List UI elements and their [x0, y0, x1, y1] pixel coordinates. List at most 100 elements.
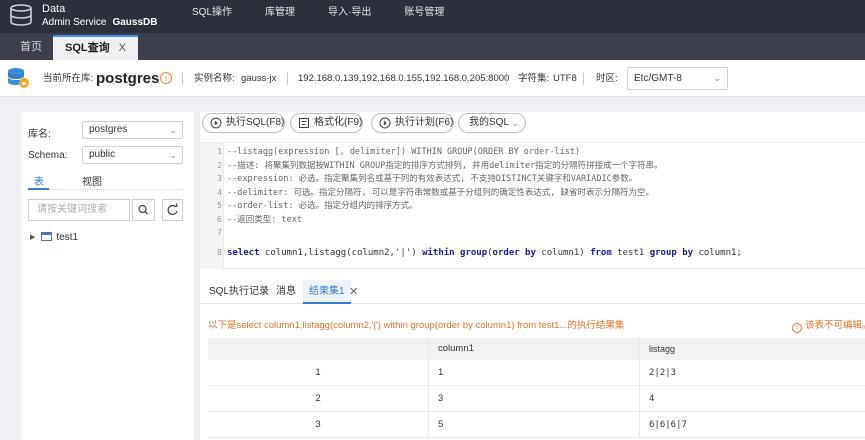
result-tabs: SQL执行记录 消息 结果集1 ✕ — [200, 280, 865, 304]
grid-header-row: column1 listagg — [208, 338, 865, 360]
execute-sql-label: 执行SQL(F8) — [226, 117, 285, 128]
format-button[interactable]: 格式化(F9) — [290, 113, 364, 133]
instance-label: 实例名称: — [194, 73, 235, 84]
logo-line2: Admin Service — [42, 17, 107, 28]
cell-column1: 3 — [438, 393, 444, 404]
info-warning-icon[interactable]: i — [160, 72, 172, 84]
code-line: 5 --order-list: 必选。指定分组内的排序方式。 — [200, 200, 865, 212]
logo-brand: GaussDB — [112, 17, 158, 28]
info-icon: i — [792, 323, 802, 333]
plan-icon — [379, 117, 391, 129]
timezone-label: 时区: — [596, 73, 618, 84]
sql-editor[interactable]: 1 --listagg(expression [, delimiter]) WIT… — [200, 142, 865, 269]
refresh-button[interactable] — [162, 199, 183, 221]
grid-header-column1[interactable]: column1 — [438, 338, 474, 360]
page-tab-bar: 首页 SQL查询 X — [0, 33, 865, 60]
row-index: 2 — [315, 393, 321, 404]
charset-label: 字符集: — [518, 73, 550, 84]
tab-close-icon[interactable]: X — [119, 37, 126, 59]
nav-import-export[interactable]: 导入·导出 — [328, 0, 371, 33]
chevron-down-icon: ⌄ — [511, 118, 520, 128]
tab-views[interactable]: 视图 — [82, 173, 102, 188]
timezone-value: Etc/GMT-8 — [634, 73, 682, 84]
code-comment: --order-list: 必选。指定分组内的排序方式。 — [227, 201, 418, 211]
expand-arrow-icon[interactable]: ▶ — [30, 233, 35, 241]
refresh-icon — [167, 203, 178, 215]
divider — [287, 72, 288, 85]
table-row[interactable]: 2 3 4 — [208, 386, 865, 412]
logo-text: Data Admin Service GaussDB — [42, 3, 157, 29]
chevron-down-icon: ⌄ — [169, 125, 177, 135]
schema-select-value: public — [89, 149, 116, 160]
table-row[interactable]: 3 5 6|6|6|7 — [208, 412, 865, 438]
tab-tables[interactable]: 表 — [34, 173, 44, 188]
tab-resultset-1[interactable]: 结果集1 — [303, 280, 351, 304]
line-number: 1 — [217, 147, 222, 156]
db-select-value: postgres — [89, 124, 128, 135]
cell-listagg: 6|6|6|7 — [649, 420, 687, 430]
divider — [182, 72, 183, 85]
line-number: 8 — [217, 248, 222, 257]
cell-column1: 1 — [438, 367, 444, 378]
table-search-input[interactable]: 请按关键词搜索 — [28, 199, 130, 221]
tab-sql-history[interactable]: SQL执行记录 — [209, 280, 269, 304]
line-number: 5 — [217, 201, 222, 210]
object-browser-panel: 库名: postgres ⌄ Schema: public ⌄ 表 视图 请按关… — [21, 112, 194, 440]
nav-account-manage[interactable]: 账号管理 — [404, 0, 444, 33]
row-index: 1 — [315, 367, 321, 378]
tab-messages[interactable]: 消息 — [276, 280, 296, 304]
schema-select-label: Schema: — [28, 150, 68, 161]
search-icon — [138, 204, 148, 215]
sql-statement: select column1,listagg(column2,'|') with… — [227, 248, 742, 258]
nav-sql-ops[interactable]: SQL操作 — [192, 0, 232, 33]
db-select-label: 库名: — [28, 129, 51, 140]
code-line: 2 --描述: 将聚集列数据按WITHIN GROUP指定的排序方式排列, 并用d… — [200, 160, 865, 172]
search-button[interactable] — [132, 199, 155, 221]
line-number: 4 — [217, 187, 222, 197]
explain-plan-button[interactable]: 执行计划(F6) — [371, 113, 455, 133]
play-icon — [210, 117, 222, 129]
database-icon — [8, 68, 29, 88]
code-comment: --描述: 将聚集列数据按WITHIN GROUP指定的排序方式排列, 并用de… — [227, 160, 663, 171]
current-db-label: 当前所在库: — [43, 73, 94, 84]
column-divider — [639, 338, 640, 438]
my-sql-label: 我的SQL — [469, 117, 510, 128]
code-comment: --listagg(expression [, delimiter]) WITH… — [227, 147, 581, 157]
top-navbar: Data Admin Service GaussDB SQL操作 库管理 导入·导… — [0, 0, 865, 33]
db-select[interactable]: postgres ⌄ — [82, 121, 183, 139]
code-line: 6 --返回类型: text — [200, 214, 865, 226]
instance-ips: 192.168.0.139,192.168.0.155,192.168.0.20… — [298, 73, 510, 84]
grid-header-listagg[interactable]: listagg — [649, 338, 675, 360]
database-logo-icon — [10, 4, 32, 26]
column-divider — [428, 338, 429, 438]
execute-sql-button[interactable]: 执行SQL(F8) — [202, 113, 286, 133]
line-number: 2 — [217, 160, 222, 170]
line-number: 3 — [217, 174, 222, 183]
main-nav: SQL操作 库管理 导入·导出 账号管理 — [192, 0, 477, 33]
instance-name: gauss-jx — [241, 73, 277, 84]
nav-db-manage[interactable]: 库管理 — [265, 0, 295, 33]
format-label: 格式化(F9) — [314, 117, 363, 128]
tree-item-test1[interactable]: ▶ test1 — [30, 232, 78, 243]
result-description: 以下是select column1,listagg(column2,'|') w… — [208, 320, 625, 331]
my-sql-dropdown[interactable]: 我的SQL ⌄ — [458, 113, 527, 133]
table-row[interactable]: 1 1 2|2|3 — [208, 360, 865, 386]
connection-info-bar: 当前所在库: postgres i 实例名称: gauss-jx 192.168… — [0, 60, 865, 97]
tab-sql-query[interactable]: SQL查询 X — [53, 35, 138, 60]
cell-listagg: 4 — [649, 394, 655, 404]
tree-item-label: test1 — [56, 232, 79, 243]
code-comment: --expression: 必选。指定聚集列名或基于列的有效表达式, 不支持DI… — [227, 174, 638, 184]
readonly-warning-text: 该表不可编辑。 — [805, 320, 865, 331]
editor-toolbar: 执行SQL(F8) 格式化(F9) 执行计划(F6) 我的SQL ⌄ — [200, 112, 865, 142]
tab-home[interactable]: 首页 — [8, 35, 54, 60]
schema-select[interactable]: public ⌄ — [82, 146, 183, 164]
row-index: 3 — [315, 419, 321, 430]
close-icon[interactable]: ✕ — [349, 280, 358, 304]
format-icon — [299, 118, 309, 128]
chevron-down-icon: ⌄ — [169, 150, 177, 160]
table-icon — [41, 232, 53, 241]
divider — [583, 72, 584, 85]
tab-sql-query-label: SQL查询 — [65, 42, 110, 54]
line-number: 6 — [217, 214, 222, 224]
timezone-select[interactable]: Etc/GMT-8 ⌄ — [627, 67, 728, 90]
